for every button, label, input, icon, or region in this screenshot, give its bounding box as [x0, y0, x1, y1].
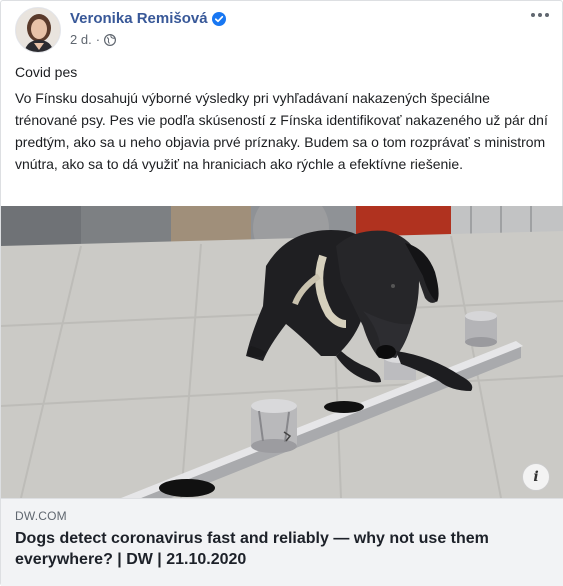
author-name[interactable]: Veronika Remišová [70, 10, 208, 27]
more-dot [531, 13, 535, 17]
more-options-icon[interactable] [528, 7, 552, 23]
info-icon[interactable]: i [522, 463, 550, 491]
globe-icon[interactable] [104, 33, 117, 46]
meta-separator: · [95, 32, 101, 47]
post-timestamp[interactable]: 2 d. [70, 32, 92, 47]
link-title[interactable]: Dogs detect coronavirus fast and reliabl… [15, 528, 545, 570]
author-name-link[interactable]: Veronika Remišová [70, 10, 226, 27]
post-title: Covid pes [15, 64, 78, 80]
post-meta: 2 d. · [70, 32, 117, 47]
post-body: Covid pes Vo Fínsku dosahujú výborné výs… [15, 61, 555, 175]
link-preview-image[interactable]: i [1, 206, 563, 498]
verified-badge-icon [211, 11, 226, 26]
post-text: Vo Fínsku dosahujú výborné výsledky pri … [15, 90, 548, 172]
facebook-post-card: Veronika Remišová 2 d. · Covid pes Vo Fí… [0, 0, 563, 586]
link-preview[interactable]: DW.COM Dogs detect coronavirus fast and … [1, 498, 563, 586]
author-avatar[interactable] [15, 7, 61, 53]
post-header: Veronika Remišová 2 d. · [15, 7, 552, 55]
dog-photo [1, 206, 563, 498]
more-dot [538, 13, 542, 17]
link-domain: DW.COM [15, 509, 67, 523]
more-dot [545, 13, 549, 17]
